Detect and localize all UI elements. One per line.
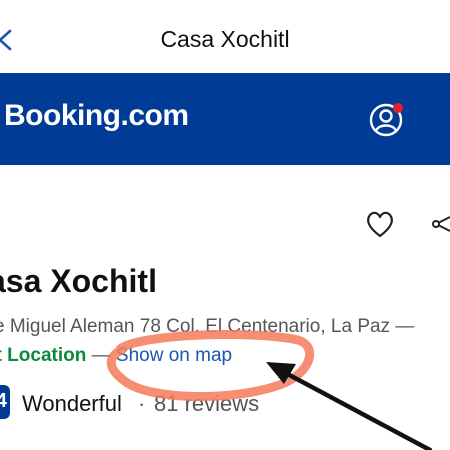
property-name: asa Xochitl: [0, 263, 157, 299]
heart-outline-icon[interactable]: [364, 208, 396, 240]
top-nav-bar: Casa Xochitl: [0, 0, 450, 78]
share-icon[interactable]: [432, 214, 450, 234]
account-circle-icon[interactable]: [368, 100, 406, 138]
review-score-word: Wonderful: [22, 391, 122, 416]
location-line: at Location — Show on map: [0, 345, 232, 367]
page-title: Casa Xochitl: [160, 26, 290, 52]
property-address: e Miguel Aleman 78 Col. El Centenario, L…: [0, 316, 415, 337]
review-score-badge: 4: [0, 385, 10, 419]
notification-dot: [393, 103, 403, 113]
location-dash: —: [86, 345, 116, 366]
show-on-map-link[interactable]: Show on map: [116, 345, 232, 366]
rating-separator: ·: [138, 391, 146, 416]
location-rating-label: at Location: [0, 345, 87, 366]
booking-logo[interactable]: Booking.com: [4, 99, 189, 133]
pointer-arrow-shaft: [277, 367, 433, 450]
pointer-arrowhead: [266, 362, 296, 384]
review-count[interactable]: 81 reviews: [154, 391, 259, 417]
